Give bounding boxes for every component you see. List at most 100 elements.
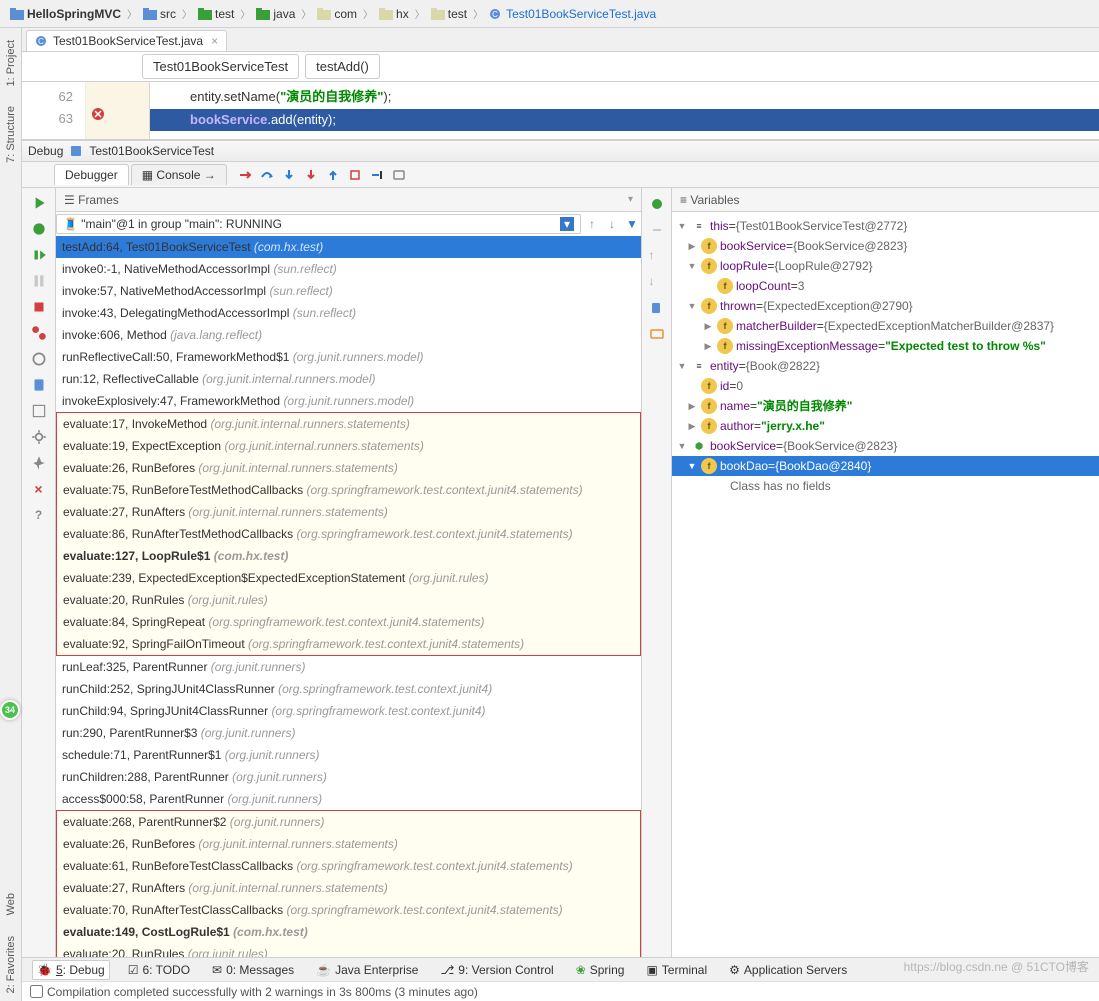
breadcrumb-hx[interactable]: hx: [375, 5, 413, 23]
stack-frame[interactable]: invoke:57, NativeMethodAccessorImpl (sun…: [56, 280, 641, 302]
vcs-toolwindow-button[interactable]: ⎇9: Version Control: [436, 961, 557, 979]
stack-frame[interactable]: evaluate:20, RunRules (org.junit.rules): [57, 589, 640, 611]
var-bookdao[interactable]: fbookDao = {BookDao@2840}: [672, 456, 1099, 476]
stack-frame[interactable]: evaluate:149, CostLogRule$1 (com.hx.test…: [57, 921, 640, 943]
stack-frame[interactable]: evaluate:61, RunBeforeTestClassCallbacks…: [57, 855, 640, 877]
stack-frame[interactable]: evaluate:70, RunAfterTestClassCallbacks …: [57, 899, 640, 921]
view-breakpoints-icon[interactable]: [30, 324, 48, 342]
dropdown-icon[interactable]: ▾: [560, 217, 574, 231]
stack-frame[interactable]: runChildren:288, ParentRunner (org.junit…: [56, 766, 641, 788]
stack-frame[interactable]: evaluate:27, RunAfters (org.junit.intern…: [57, 501, 640, 523]
stack-frame[interactable]: evaluate:239, ExpectedException$Expected…: [57, 567, 640, 589]
var-bookservice[interactable]: fbookService = {BookService@2823}: [672, 236, 1099, 256]
var-bookservice-local[interactable]: ⬢bookService = {BookService@2823}: [672, 436, 1099, 456]
settings-icon[interactable]: [30, 428, 48, 446]
stack-frame[interactable]: evaluate:19, ExpectException (org.junit.…: [57, 435, 640, 457]
breadcrumb-src[interactable]: src: [139, 5, 180, 23]
get-thread-dump-icon[interactable]: [30, 376, 48, 394]
resume-icon[interactable]: [30, 246, 48, 264]
filter-frames-icon[interactable]: ▼: [623, 215, 641, 233]
run-to-cursor-icon[interactable]: [369, 167, 385, 183]
stack-frame[interactable]: run:290, ParentRunner$3 (org.junit.runne…: [56, 722, 641, 744]
stack-frame[interactable]: runChild:94, SpringJUnit4ClassRunner (or…: [56, 700, 641, 722]
mute-breakpoints-icon[interactable]: [30, 350, 48, 368]
notification-badge[interactable]: 34: [0, 700, 20, 720]
favorites-tool-tab[interactable]: 2: Favorites: [3, 928, 19, 1001]
pane-menu-icon[interactable]: ▾: [628, 194, 633, 205]
restore-layout-icon[interactable]: [30, 402, 48, 420]
stack-frame[interactable]: invoke:43, DelegatingMethodAccessorImpl …: [56, 302, 641, 324]
stack-frame[interactable]: run:12, ReflectiveCallable (org.junit.in…: [56, 368, 641, 390]
stack-frame[interactable]: evaluate:20, RunRules (org.junit.rules): [57, 943, 640, 957]
step-into-icon[interactable]: [281, 167, 297, 183]
evaluate-expression-icon[interactable]: [391, 167, 407, 183]
close-debug-icon[interactable]: ×: [30, 480, 48, 498]
prev-frame-icon[interactable]: ↑: [583, 215, 601, 233]
stack-frame[interactable]: access$000:58, ParentRunner (org.junit.r…: [56, 788, 641, 810]
stack-frame[interactable]: testAdd:64, Test01BookServiceTest (com.h…: [56, 236, 641, 258]
project-tool-tab[interactable]: 1: Project: [3, 32, 19, 94]
stack-frame[interactable]: runLeaf:325, ParentRunner (org.junit.run…: [56, 656, 641, 678]
stack-frame[interactable]: invoke:606, Method (java.lang.reflect): [56, 324, 641, 346]
step-out-icon[interactable]: [325, 167, 341, 183]
breadcrumb-file[interactable]: CTest01BookServiceTest.java: [485, 5, 660, 23]
breadcrumb-test[interactable]: test: [194, 5, 238, 23]
var-name[interactable]: fname = "演员的自我修养": [672, 396, 1099, 416]
status-checkbox[interactable]: [30, 985, 43, 998]
var-matcherbuilder[interactable]: fmatcherBuilder = {ExpectedExceptionMatc…: [672, 316, 1099, 336]
breadcrumb-project[interactable]: HelloSpringMVC: [6, 5, 125, 23]
stop-icon[interactable]: [30, 298, 48, 316]
method-selector[interactable]: testAdd(): [305, 54, 380, 79]
stack-frame[interactable]: evaluate:86, RunAfterTestMethodCallbacks…: [57, 523, 640, 545]
help-icon[interactable]: ?: [30, 506, 48, 524]
stack-frame[interactable]: schedule:71, ParentRunner$1 (org.junit.r…: [56, 744, 641, 766]
stack-frame[interactable]: invokeExplosively:47, FrameworkMethod (o…: [56, 390, 641, 412]
var-this[interactable]: ≡this = {Test01BookServiceTest@2772}: [672, 216, 1099, 236]
up-icon[interactable]: ↑: [649, 248, 665, 264]
breadcrumb-com[interactable]: com: [313, 5, 361, 23]
var-missingexception[interactable]: fmissingExceptionMessage = "Expected tes…: [672, 336, 1099, 356]
structure-tool-tab[interactable]: 7: Structure: [3, 98, 19, 171]
step-over-icon[interactable]: [259, 167, 275, 183]
editor-tab[interactable]: C Test01BookServiceTest.java ×: [26, 30, 227, 51]
new-watch-icon[interactable]: [649, 196, 665, 212]
breadcrumb-java[interactable]: java: [252, 5, 299, 23]
debug-config-icon[interactable]: [69, 144, 83, 158]
breadcrumb-test-pkg[interactable]: test: [427, 5, 471, 23]
show-watches-icon[interactable]: [649, 326, 665, 342]
variables-tree[interactable]: ≡this = {Test01BookServiceTest@2772} fbo…: [672, 212, 1099, 957]
spring-toolwindow-button[interactable]: ❀Spring: [572, 961, 629, 979]
drop-frame-icon[interactable]: [347, 167, 363, 183]
messages-toolwindow-button[interactable]: ✉0: Messages: [208, 961, 298, 979]
debugger-tab[interactable]: Debugger: [54, 164, 129, 185]
stack-frame[interactable]: runReflectiveCall:50, FrameworkMethod$1 …: [56, 346, 641, 368]
force-step-into-icon[interactable]: [303, 167, 319, 183]
web-tool-tab[interactable]: Web: [3, 885, 19, 923]
var-id[interactable]: fid = 0: [672, 376, 1099, 396]
appservers-toolwindow-button[interactable]: ⚙Application Servers: [725, 961, 851, 979]
var-thrown[interactable]: fthrown = {ExpectedException@2790}: [672, 296, 1099, 316]
todo-toolwindow-button[interactable]: ☑6: TODO: [124, 961, 194, 979]
var-author[interactable]: fauthor = "jerry.x.he": [672, 416, 1099, 436]
breakpoint-icon[interactable]: [90, 106, 106, 122]
stack-frame[interactable]: evaluate:127, LoopRule$1 (com.hx.test): [57, 545, 640, 567]
class-selector[interactable]: Test01BookServiceTest: [142, 54, 299, 79]
stack-frame[interactable]: evaluate:17, InvokeMethod (org.junit.int…: [57, 413, 640, 435]
stack-frame[interactable]: evaluate:84, SpringRepeat (org.springfra…: [57, 611, 640, 633]
var-entity[interactable]: ≡entity = {Book@2822}: [672, 356, 1099, 376]
stack-frame[interactable]: evaluate:92, SpringFailOnTimeout (org.sp…: [57, 633, 640, 655]
var-loopcount[interactable]: floopCount = 3: [672, 276, 1099, 296]
down-icon[interactable]: ↓: [649, 274, 665, 290]
close-icon[interactable]: ×: [211, 34, 218, 48]
stack-frame[interactable]: evaluate:27, RunAfters (org.junit.intern…: [57, 877, 640, 899]
stack-frame[interactable]: evaluate:26, RunBefores (org.junit.inter…: [57, 457, 640, 479]
stack-frame[interactable]: evaluate:268, ParentRunner$2 (org.junit.…: [57, 811, 640, 833]
console-tab[interactable]: ▦ Console →: [131, 164, 227, 185]
stack-frame[interactable]: invoke0:-1, NativeMethodAccessorImpl (su…: [56, 258, 641, 280]
debug-toolwindow-button[interactable]: 🐞5: 5: DebugDebug: [32, 960, 110, 980]
terminal-toolwindow-button[interactable]: ▣Terminal: [642, 961, 711, 979]
pause-icon[interactable]: [30, 272, 48, 290]
var-looprule[interactable]: floopRule = {LoopRule@2792}: [672, 256, 1099, 276]
javaee-toolwindow-button[interactable]: ☕Java Enterprise: [312, 961, 422, 979]
rerun-icon[interactable]: [30, 194, 48, 212]
